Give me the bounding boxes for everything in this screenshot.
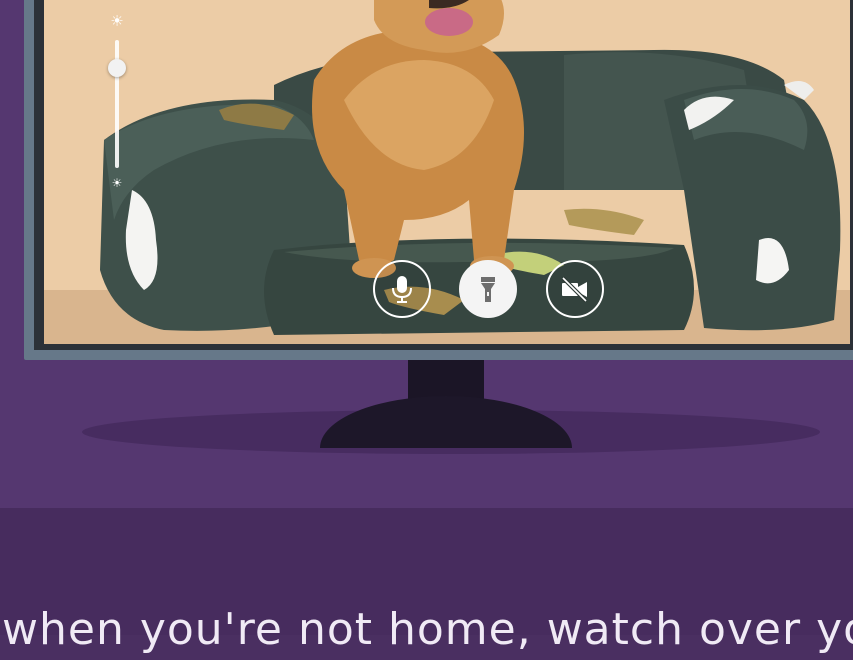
- sun-icon: ☀: [110, 12, 124, 30]
- caption-text: when you're not home, watch over your do…: [2, 604, 853, 655]
- microphone-button[interactable]: [373, 260, 431, 318]
- brightness-slider-thumb[interactable]: [108, 59, 126, 77]
- video-off-icon: [561, 276, 588, 303]
- video-toggle-button[interactable]: [546, 260, 604, 318]
- camera-feed-image: [44, 0, 850, 344]
- flashlight-button[interactable]: [459, 260, 517, 318]
- brightness-slider[interactable]: ☀ ☀: [102, 10, 132, 194]
- microphone-icon: [392, 276, 412, 303]
- sun-small-icon: ☀: [111, 176, 123, 190]
- camera-feed: ☀ ☀: [44, 0, 850, 344]
- flashlight-icon: [481, 277, 495, 302]
